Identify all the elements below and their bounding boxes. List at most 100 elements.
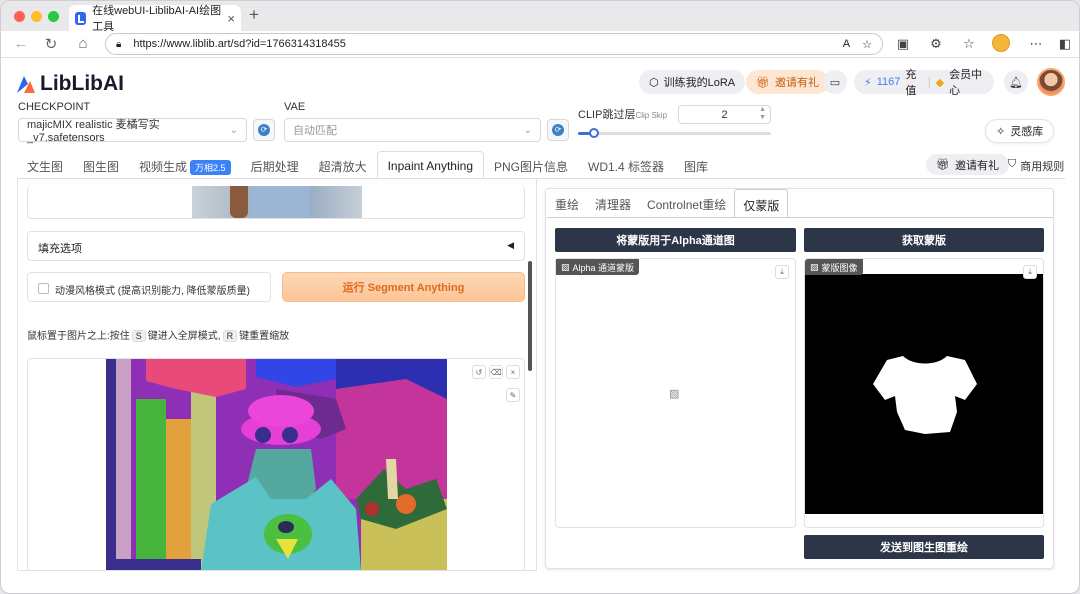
clip-sub-text: Clip Skip (635, 111, 668, 120)
divider: | (927, 76, 931, 88)
close-window-button[interactable] (14, 11, 25, 22)
stepper-arrows-icon[interactable]: ▲ ▼ (759, 106, 766, 122)
segmentation-map-image (106, 359, 447, 570)
apply-alpha-button[interactable]: 将蒙版用于Alpha通道图 (555, 228, 796, 252)
clip-skip-input[interactable]: 2 ▲ ▼ (678, 105, 771, 124)
checkpoint-value: majicMIX realistic 麦橘写实_v7.safetensors (27, 119, 160, 144)
subtab-mask-only[interactable]: 仅蒙版 (734, 189, 789, 218)
fill-options-accordion[interactable]: 填充选项 ◀ (27, 231, 525, 261)
invite-link-button[interactable]: 🎁︎ 邀请有礼 (926, 154, 1009, 175)
refresh-vae-button[interactable]: ⟳ (547, 119, 569, 141)
checkpoint-select[interactable]: majicMIX realistic 麦橘写实_v7.safetensors ⌄ (18, 118, 247, 144)
sidebar-toggle-icon[interactable]: ◧ (1056, 36, 1074, 52)
download-icon[interactable]: ⤓ (1023, 265, 1037, 279)
run-segment-anything-button[interactable]: 运行 Segment Anything (282, 272, 525, 302)
folder-button[interactable]: ▭ (823, 70, 847, 94)
mask-image-panel[interactable]: ▨ 蒙版图像 ⤓ (804, 258, 1044, 528)
liblib-favicon-icon (75, 11, 87, 25)
train-lora-button[interactable]: ⬡ 训练我的LoRA (639, 70, 746, 94)
commercial-rules-link[interactable]: ⛉ 商用规则 (1008, 158, 1064, 174)
alpha-mask-panel[interactable]: ▨ Alpha 通道蒙版 ⤓ ▨ (555, 258, 796, 528)
hint-text: 键重置缩放 (239, 331, 290, 342)
recharge-label[interactable]: 充值 (905, 66, 922, 98)
get-mask-button[interactable]: 获取蒙版 (804, 228, 1044, 252)
tab-png-info[interactable]: PNG图片信息 (484, 151, 578, 179)
chevron-down-icon: ⌄ (229, 124, 238, 136)
refresh-icon: ⟳ (258, 124, 270, 136)
invite-button[interactable]: 🎁︎ 邀请有礼 (746, 70, 829, 94)
favorite-star-icon[interactable]: ☆ (862, 38, 872, 51)
folder-icon: ▭ (829, 76, 841, 89)
address-bar[interactable]: 🔒︎ https://www.liblib.art/sd?id=17663143… (105, 33, 883, 55)
tab-label: 超清放大 (318, 160, 367, 174)
read-aloud-icon[interactable]: A (843, 38, 850, 50)
subtabs-divider (547, 217, 1053, 218)
user-avatar[interactable] (1037, 68, 1065, 96)
main-tabs: 文生图 图生图 视频生成 万相2.5 后期处理 超清放大 Inpaint Anyt… (17, 151, 718, 179)
tab-video[interactable]: 视频生成 万相2.5 (129, 151, 241, 179)
profile-icon[interactable] (992, 34, 1010, 52)
eraser-icon[interactable]: ⌫ (489, 365, 503, 379)
tab-label: Inpaint Anything (387, 159, 473, 173)
notification-button[interactable]: 🔔︎ (1004, 70, 1028, 94)
browser-tab-title: 在线webUI-LiblibAI-AI绘图工具 (92, 5, 222, 33)
logo-text: LibLibAI (40, 72, 124, 95)
vae-label: VAE (284, 101, 306, 113)
apply-alpha-label: 将蒙版用于Alpha通道图 (616, 235, 735, 247)
gift-icon: 🎁︎ (936, 159, 950, 171)
url-text: https://www.liblib.art/sd?id=17663143184… (133, 38, 346, 50)
subtab-label: 清理器 (595, 198, 632, 212)
chevron-down-icon: ⌄ (523, 124, 532, 136)
tab-wd-tagger[interactable]: WD1.4 标签器 (578, 151, 674, 179)
minimize-window-button[interactable] (31, 11, 42, 22)
home-icon[interactable]: ⌂ (73, 35, 93, 52)
brush-icon[interactable]: ✎ (506, 388, 520, 402)
tab-img2img[interactable]: 图生图 (73, 151, 129, 179)
tab-gallery[interactable]: 图库 (674, 151, 718, 179)
close-tab-icon[interactable]: × (227, 11, 235, 26)
mask-shape (873, 356, 977, 434)
left-scrollbar[interactable] (528, 261, 532, 371)
clip-slider-track[interactable] (578, 128, 771, 138)
subtab-label: Controlnet重绘 (647, 198, 727, 212)
shield-icon: ⛉ (1008, 158, 1017, 170)
zoom-window-button[interactable] (48, 11, 59, 22)
member-label[interactable]: 会员中心 (949, 66, 984, 98)
tab-label: 后期处理 (250, 160, 299, 174)
subtab-cleaner[interactable]: 清理器 (587, 189, 639, 218)
tab-label: PNG图片信息 (494, 160, 569, 174)
tab-inpaint-anything[interactable]: Inpaint Anything (376, 151, 484, 179)
back-arrow-icon[interactable]: ← (11, 35, 31, 52)
inspiration-button[interactable]: ✧ 灵感库 (985, 119, 1055, 143)
liblib-logo[interactable]: LibLibAI (15, 72, 124, 96)
subtab-redraw[interactable]: 重绘 (547, 189, 587, 218)
send-to-img2img-button[interactable]: 发送到图生图重绘 (804, 535, 1044, 559)
key-r: R (222, 330, 238, 342)
tab-postprocess[interactable]: 后期处理 (241, 151, 309, 179)
more-menu-icon[interactable]: ⋯ (1027, 36, 1045, 52)
refresh-checkpoint-button[interactable]: ⟳ (253, 119, 275, 141)
tab-upscale[interactable]: 超清放大 (309, 151, 377, 179)
alpha-mask-tag: ▨ Alpha 通道蒙版 (556, 259, 640, 275)
new-tab-icon[interactable]: + (249, 5, 259, 25)
browser-tab[interactable]: 在线webUI-LiblibAI-AI绘图工具 × (69, 5, 241, 33)
version-badge: 万相2.5 (190, 160, 231, 175)
anime-mode-option[interactable]: 动漫风格模式 (提高识别能力, 降低蒙版质量) (27, 272, 271, 302)
tab-txt2img[interactable]: 文生图 (17, 151, 73, 179)
subtab-controlnet[interactable]: Controlnet重绘 (639, 189, 734, 218)
clip-slider-thumb[interactable] (589, 128, 600, 138)
source-image-preview (192, 186, 362, 218)
sparkle-icon: ✧ (996, 125, 1006, 138)
close-icon[interactable]: × (506, 365, 520, 379)
vae-select[interactable]: 自动匹配 ⌄ (284, 118, 541, 142)
favorites-icon[interactable]: ☆ (960, 36, 978, 52)
workspaces-icon[interactable]: ▣ (894, 36, 912, 52)
anime-mode-checkbox[interactable] (38, 283, 49, 294)
download-icon[interactable]: ⤓ (775, 265, 789, 279)
hint-text: 键进入全屏模式, (147, 331, 221, 342)
extensions-icon[interactable]: ⚙ (927, 36, 945, 52)
undo-icon[interactable]: ↺ (472, 365, 486, 379)
reload-icon[interactable]: ↻ (41, 35, 61, 53)
segment-image-panel[interactable]: ↺ ⌫ × ✎ (27, 358, 525, 570)
credits-pill[interactable]: ⚡︎ 1167 充值 | ◆ 会员中心 (854, 69, 994, 97)
